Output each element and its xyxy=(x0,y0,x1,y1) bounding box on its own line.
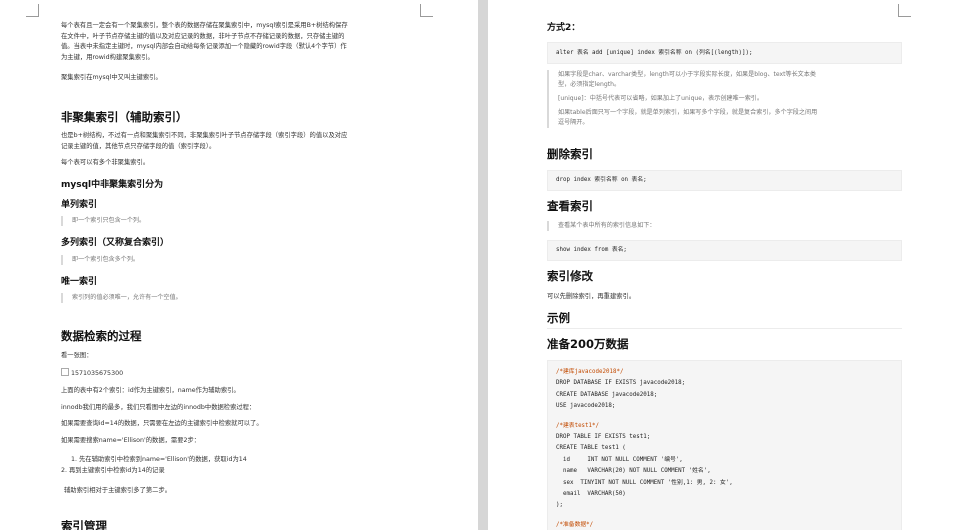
nonclustered-paragraph: 也是b+树结构，不过有一点和聚集索引不同，非聚集索引叶子节点存储字段（索引字段）… xyxy=(61,131,347,152)
sql-line: USE javacode2018; xyxy=(556,403,616,410)
intro-line: 每个表有且一定会有一个聚集索引，整个表的数据存储在聚集索引中，mysql索引是采… xyxy=(61,22,348,29)
right-document-page: 方式2： alter 表名 add [unique] index 索引名称 on… xyxy=(488,0,964,530)
intro-line: 为主键，用rowid构建聚集索引。 xyxy=(61,53,154,61)
sql-line: name VARCHAR(20) NOT NULL COMMENT '姓名', xyxy=(556,468,711,475)
drop-index-code-block: drop index 索引名称 on 表名; xyxy=(547,170,902,191)
step-item: 2. 再到主键索引中检索id为14的记录 xyxy=(61,466,165,474)
method2-notes-quote: 如果字段是char、varchar类型，length可以小于字段实际长度，如果是… xyxy=(547,70,817,128)
multi-index-heading: 多列索引（又称复合索引） xyxy=(61,238,170,248)
method2-note-line: 逗号隔开。 xyxy=(558,119,589,126)
drop-index-code: drop index 索引名称 on 表名; xyxy=(556,177,647,183)
sql-line: ); xyxy=(556,502,563,509)
nonclustered-heading: 非聚集索引（辅助索引） xyxy=(61,110,188,124)
classify-heading: mysql中非聚集索引分为 xyxy=(61,180,164,190)
unique-index-heading: 唯一索引 xyxy=(61,277,98,287)
image-alt-text: 1571035675300 xyxy=(71,370,124,377)
alter-index-code-block: alter 表名 add [unique] index 索引名称 on (列名[… xyxy=(547,42,902,64)
alter-index-code: alter 表名 add [unique] index 索引名称 on (列名[… xyxy=(556,50,753,56)
see-image-label: 看一张图： xyxy=(61,352,93,359)
prepare-data-heading: 准备200万数据 xyxy=(547,337,629,351)
method2-note-line: [unique]：中括号代表可以省略，如果加上了unique，表示创建唯一索引。 xyxy=(558,95,763,102)
method2-note-line: 如果字段是char、varchar类型，length可以小于字段实际长度，如果是… xyxy=(558,71,816,78)
single-index-quote: 即一个索引只包含一个列。 xyxy=(61,216,145,226)
drop-index-heading: 删除索引 xyxy=(547,147,593,161)
each-table-note: 每个表可以有多个非聚集索引。 xyxy=(61,159,150,166)
sql-comment: /*准备数据*/ xyxy=(556,521,594,528)
show-index-heading: 查看索引 xyxy=(547,199,593,213)
crop-mark-top-right xyxy=(898,4,911,17)
step-item: 1. 先在辅助索引中检索到name='Ellison'的数据，获取id为14 xyxy=(71,456,247,463)
sql-line: CREATE DATABASE javacode2018; xyxy=(556,391,658,398)
intro-note: 聚集索引在mysql中又叫主键索引。 xyxy=(61,74,162,81)
process-paragraph: 上面的表中有2个索引：id作为主键索引，name作为辅助索引。 innodb我们… xyxy=(61,386,263,446)
page-gutter xyxy=(478,0,488,530)
intro-line: 值。当表中未指定主键时，mysql内部会自动给每条记录添加一个隐藏的rowid字… xyxy=(61,43,347,50)
method2-note-line: 型，必须指定length。 xyxy=(558,81,621,88)
unique-index-quote: 索引列的值必须唯一，允许有一个空值。 xyxy=(61,293,182,303)
retrieval-process-heading: 数据检索的过程 xyxy=(61,329,142,343)
multi-index-quote: 即一个索引包含多个列。 xyxy=(61,255,139,265)
show-index-quote: 查看某个表中所有的索引信息如下： xyxy=(547,221,656,231)
steps-list: 1. 先在辅助索引中检索到name='Ellison'的数据，获取id为14 2… xyxy=(61,455,247,476)
nonclustered-line: 也是b+树结构，不过有一点和聚集索引不同，非聚集索引叶子节点存储字段（索引字段）… xyxy=(61,132,348,139)
intro-paragraph: 每个表有且一定会有一个聚集索引，整个表的数据存储在聚集索引中，mysql索引是采… xyxy=(61,21,348,63)
sql-line: email VARCHAR(50) xyxy=(556,491,626,498)
process-line: 上面的表中有2个索引：id作为主键索引，name作为辅助索引。 xyxy=(61,387,240,394)
broken-image-icon xyxy=(61,368,69,376)
left-document-page: 每个表有且一定会有一个聚集索引，整个表的数据存储在聚集索引中，mysql索引是采… xyxy=(0,0,478,530)
show-index-code-block: show index from 表名; xyxy=(547,240,902,261)
process-line: 如果需要查询id=14的数据，只需要在左边的主键索引中检索就可以了。 xyxy=(61,420,263,427)
crop-mark-top-right xyxy=(420,4,433,17)
sql-line: DROP DATABASE IF EXISTS javacode2018; xyxy=(556,380,686,387)
modify-index-text: 可以先删除索引，再重建索引。 xyxy=(547,293,636,300)
method2-note-line: 如果table后面只写一个字段，就是单列索引，如果写多个字段，就是复合索引，多个… xyxy=(558,109,818,116)
sql-code-block: /*建库javacode2018*/ DROP DATABASE IF EXIST… xyxy=(547,360,902,530)
sql-line: CREATE TABLE test1 ( xyxy=(556,445,626,452)
process-line: 如果需要搜索name='Ellison'的数据，需要2步： xyxy=(61,436,201,444)
sql-line: sex TINYINT NOT NULL COMMENT '性别,1: 男, 2… xyxy=(556,479,733,486)
sql-blank-line xyxy=(556,512,893,520)
method2-heading: 方式2： xyxy=(547,23,581,33)
index-management-heading: 索引管理 xyxy=(61,519,107,530)
example-divider xyxy=(547,328,902,329)
modify-index-heading: 索引修改 xyxy=(547,269,593,283)
broken-image: 1571035675300 xyxy=(61,368,123,380)
show-index-code: show index from 表名; xyxy=(556,247,627,253)
example-heading: 示例 xyxy=(547,311,570,325)
intro-line: 在文件中，叶子节点存储主键的值以及对应记录的数据，非叶子节点不存储记录的数据，只… xyxy=(61,32,345,40)
crop-mark-top-left xyxy=(26,4,39,17)
nonclustered-line: 记录主键的值，其他节点只存储字段的值（索引字段）。 xyxy=(61,142,216,150)
sql-blank-line xyxy=(556,413,893,421)
sql-line: id INT NOT NULL COMMENT '编号', xyxy=(556,456,683,463)
process-line: innodb我们用的最多，我们只看图中左边的innodb中数据检索过程： xyxy=(61,403,256,411)
sql-comment: /*建库javacode2018*/ xyxy=(556,369,624,375)
single-index-heading: 单列索引 xyxy=(61,200,98,210)
sql-comment: /*建表test1*/ xyxy=(556,422,600,429)
sql-line: DROP TABLE IF EXISTS test1; xyxy=(556,434,651,441)
step-note: 辅助索引相对于主键索引多了第二步。 xyxy=(64,487,172,494)
